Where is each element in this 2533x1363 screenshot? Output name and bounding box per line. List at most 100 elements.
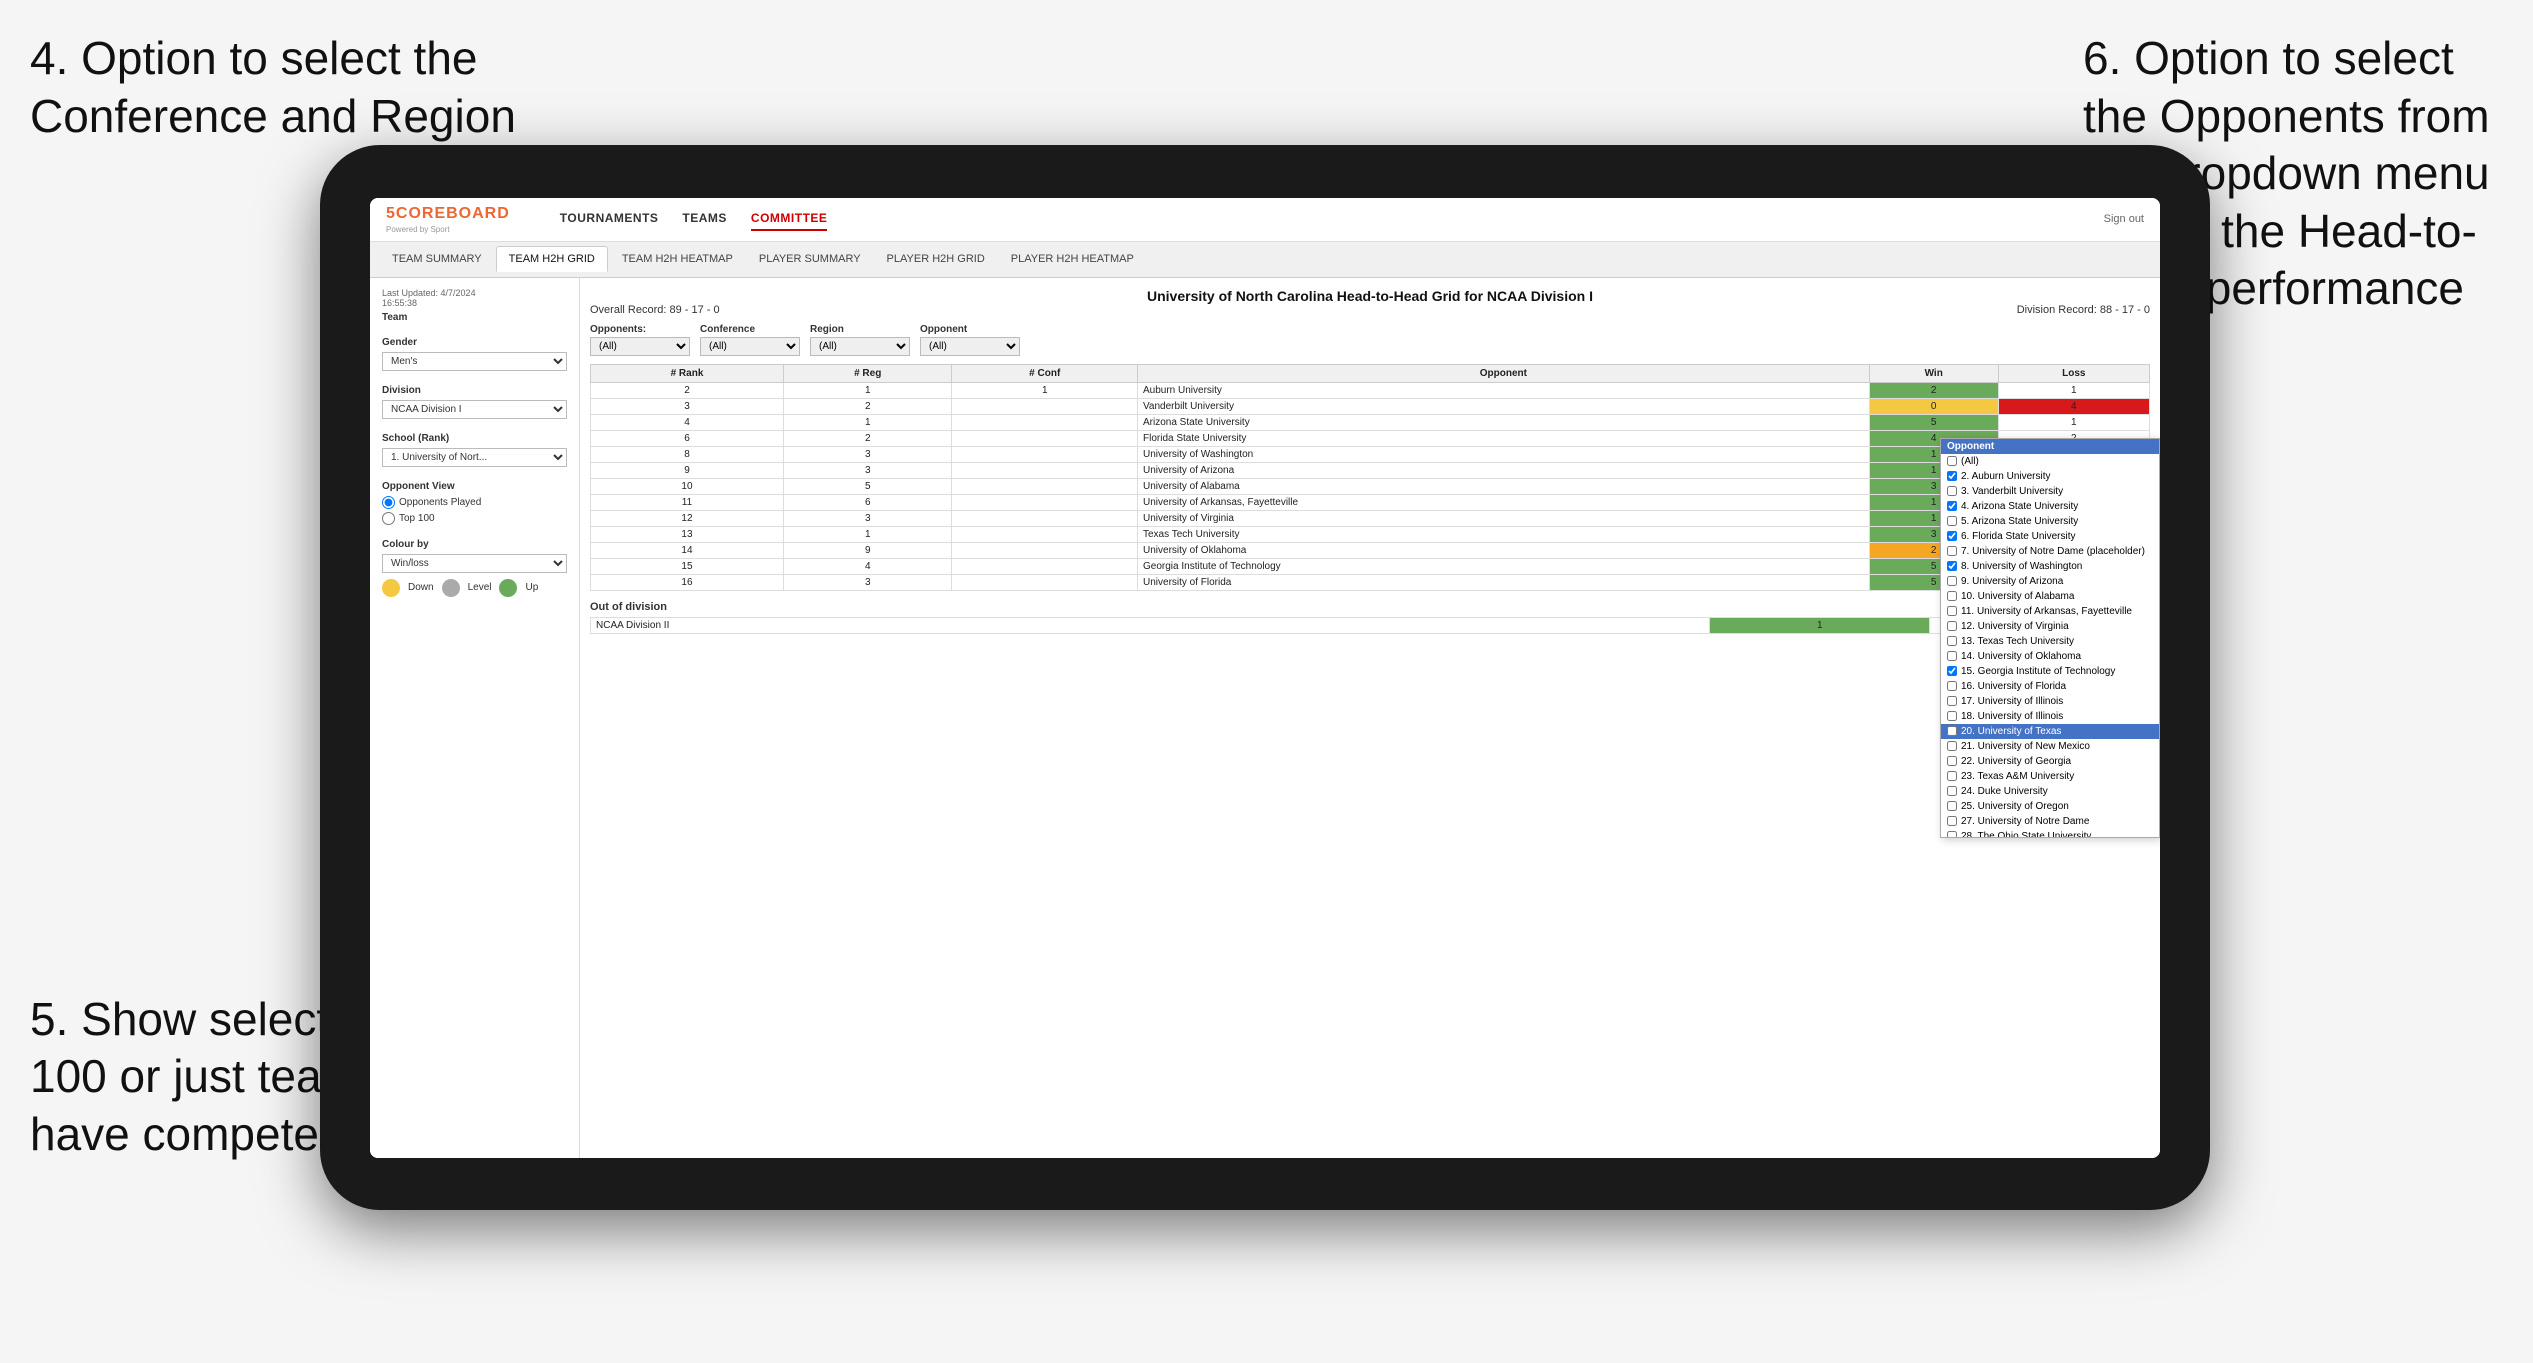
dropdown-item[interactable]: 21. University of New Mexico	[1941, 739, 2159, 754]
grid-area: University of North Carolina Head-to-Hea…	[580, 278, 2160, 1158]
opponents-select[interactable]: (All)	[590, 337, 690, 356]
dropdown-item[interactable]: 4. Arizona State University	[1941, 499, 2159, 514]
tab-player-summary[interactable]: PLAYER SUMMARY	[747, 247, 873, 271]
table-row: 9 3 University of Arizona 1 0	[591, 462, 2150, 478]
table-row: 10 5 University of Alabama 3 0	[591, 478, 2150, 494]
division-section: Division NCAA Division I	[382, 385, 567, 419]
cell-rank: 2	[591, 382, 784, 398]
dropdown-item[interactable]: 7. University of Notre Dame (placeholder…	[1941, 544, 2159, 559]
tab-team-summary[interactable]: TEAM SUMMARY	[380, 247, 494, 271]
cell-opponent: Georgia Institute of Technology	[1138, 558, 1870, 574]
dropdown-item[interactable]: 8. University of Washington	[1941, 559, 2159, 574]
dropdown-item[interactable]: 11. University of Arkansas, Fayetteville	[1941, 604, 2159, 619]
cell-reg: 6	[783, 494, 951, 510]
dropdown-item[interactable]: 10. University of Alabama	[1941, 589, 2159, 604]
sign-out[interactable]: Sign out	[2104, 213, 2144, 225]
opponent-filter-group: Opponent (All)	[920, 324, 1020, 356]
opponent-select[interactable]: (All)	[920, 337, 1020, 356]
dropdown-item[interactable]: 18. University of Illinois	[1941, 709, 2159, 724]
cell-conf	[952, 446, 1138, 462]
cell-rank: 15	[591, 558, 784, 574]
team-section: Team	[382, 312, 567, 323]
cell-reg: 4	[783, 558, 951, 574]
legend-down-dot	[382, 579, 400, 597]
conference-filter-group: Conference (All)	[700, 324, 800, 356]
cell-loss: 1	[1998, 382, 2149, 398]
table-row: 4 1 Arizona State University 5 1	[591, 414, 2150, 430]
dropdown-item[interactable]: 24. Duke University	[1941, 784, 2159, 799]
colour-select[interactable]: Win/loss	[382, 554, 567, 573]
nav-committee[interactable]: COMMITTEE	[751, 207, 828, 231]
cell-rank: 11	[591, 494, 784, 510]
tab-team-h2h-heatmap[interactable]: TEAM H2H HEATMAP	[610, 247, 745, 271]
dropdown-item[interactable]: 15. Georgia Institute of Technology	[1941, 664, 2159, 679]
dropdown-item[interactable]: 17. University of Illinois	[1941, 694, 2159, 709]
cell-opponent: Vanderbilt University	[1138, 398, 1870, 414]
cell-reg: 3	[783, 462, 951, 478]
tab-team-h2h-grid[interactable]: TEAM H2H GRID	[496, 246, 608, 272]
tab-player-h2h-grid[interactable]: PLAYER H2H GRID	[875, 247, 997, 271]
cell-conf	[952, 462, 1138, 478]
nav-tournaments[interactable]: TOURNAMENTS	[560, 207, 659, 231]
opponents-played-radio[interactable]: Opponents Played	[382, 496, 567, 509]
dropdown-item[interactable]: 23. Texas A&M University	[1941, 769, 2159, 784]
grid-title: University of North Carolina Head-to-Hea…	[590, 288, 2150, 304]
cell-reg: 2	[783, 430, 951, 446]
dropdown-item[interactable]: 14. University of Oklahoma	[1941, 649, 2159, 664]
tab-player-h2h-heatmap[interactable]: PLAYER H2H HEATMAP	[999, 247, 1146, 271]
cell-conf	[952, 558, 1138, 574]
dropdown-item[interactable]: 13. Texas Tech University	[1941, 634, 2159, 649]
table-row: 15 4 Georgia Institute of Technology 5 0	[591, 558, 2150, 574]
dropdown-item[interactable]: 5. Arizona State University	[1941, 514, 2159, 529]
cell-reg: 1	[783, 414, 951, 430]
conference-select[interactable]: (All)	[700, 337, 800, 356]
out-div-win: 1	[1710, 617, 1930, 633]
table-row: 12 3 University of Virginia 1 0	[591, 510, 2150, 526]
out-of-division-table: NCAA Division II 1 0	[590, 617, 2150, 634]
tab-bar: TEAM SUMMARY TEAM H2H GRID TEAM H2H HEAT…	[370, 242, 2160, 278]
col-loss: Loss	[1998, 364, 2149, 382]
cell-conf	[952, 526, 1138, 542]
out-of-division: Out of division NCAA Division II 1 0	[590, 601, 2150, 634]
division-select[interactable]: NCAA Division I	[382, 400, 567, 419]
school-select[interactable]: 1. University of Nort...	[382, 448, 567, 467]
legend-down-label: Down	[408, 582, 434, 593]
gender-select[interactable]: Men's	[382, 352, 567, 371]
out-of-division-header: Out of division	[590, 601, 2150, 613]
cell-opponent: University of Florida	[1138, 574, 1870, 590]
cell-reg: 9	[783, 542, 951, 558]
school-label: School (Rank)	[382, 433, 567, 444]
cell-conf	[952, 510, 1138, 526]
dropdown-item[interactable]: 2. Auburn University	[1941, 469, 2159, 484]
top-100-radio[interactable]: Top 100	[382, 512, 567, 525]
region-select[interactable]: (All)	[810, 337, 910, 356]
dropdown-item[interactable]: 25. University of Oregon	[1941, 799, 2159, 814]
cell-opponent: University of Washington	[1138, 446, 1870, 462]
cell-opponent: University of Alabama	[1138, 478, 1870, 494]
dropdown-item[interactable]: 22. University of Georgia	[1941, 754, 2159, 769]
cell-rank: 13	[591, 526, 784, 542]
table-row: 14 9 University of Oklahoma 2 2	[591, 542, 2150, 558]
cell-rank: 16	[591, 574, 784, 590]
cell-opponent: Florida State University	[1138, 430, 1870, 446]
dropdown-item[interactable]: 28. The Ohio State University	[1941, 829, 2159, 838]
legend-up-dot	[499, 579, 517, 597]
dropdown-item[interactable]: 3. Vanderbilt University	[1941, 484, 2159, 499]
cell-reg: 3	[783, 510, 951, 526]
opponent-dropdown[interactable]: Opponent (All) 2. Auburn University 3. V…	[1940, 438, 2160, 838]
dropdown-item[interactable]: 9. University of Arizona	[1941, 574, 2159, 589]
cell-win: 0	[1869, 398, 1998, 414]
dropdown-item[interactable]: 16. University of Florida	[1941, 679, 2159, 694]
dropdown-item[interactable]: (All)	[1941, 454, 2159, 469]
cell-opponent: Auburn University	[1138, 382, 1870, 398]
dropdown-item[interactable]: 12. University of Virginia	[1941, 619, 2159, 634]
dropdown-item[interactable]: 20. University of Texas	[1941, 724, 2159, 739]
cell-conf	[952, 542, 1138, 558]
dropdown-item[interactable]: 6. Florida State University	[1941, 529, 2159, 544]
cell-conf	[952, 398, 1138, 414]
table-row: 11 6 University of Arkansas, Fayettevill…	[591, 494, 2150, 510]
dropdown-item[interactable]: 27. University of Notre Dame	[1941, 814, 2159, 829]
nav-teams[interactable]: TEAMS	[682, 207, 727, 231]
colour-section: Colour by Win/loss Down Level Up	[382, 539, 567, 597]
cell-rank: 8	[591, 446, 784, 462]
